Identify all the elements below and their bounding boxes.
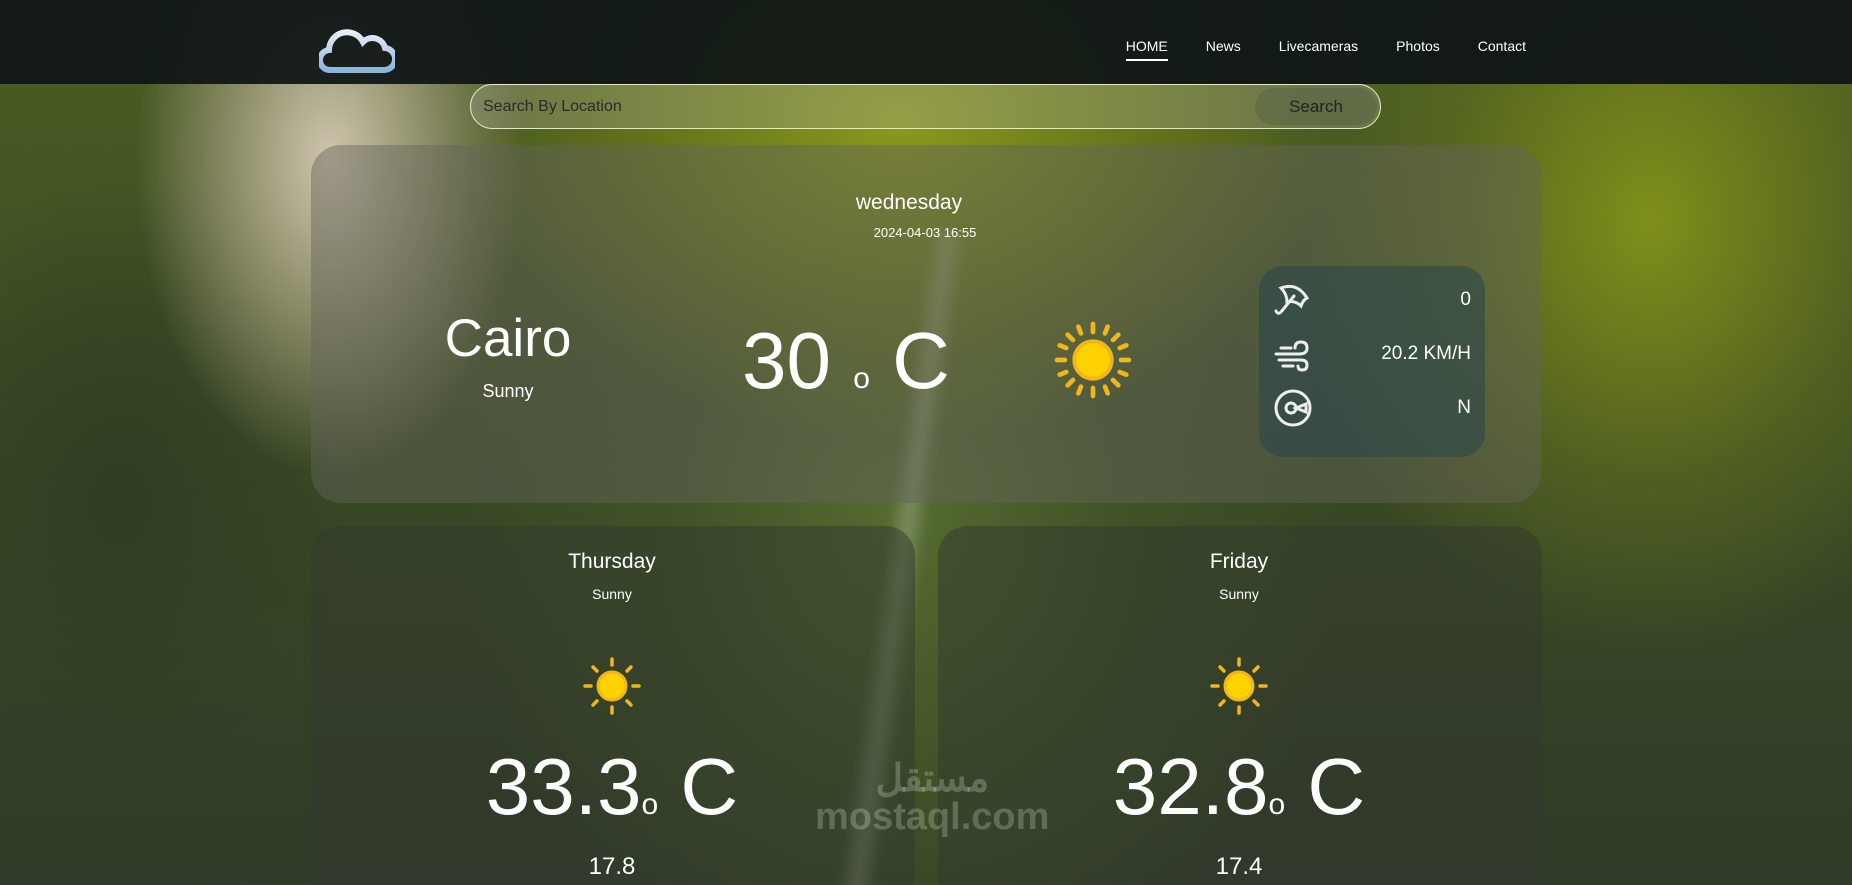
watermark-latin: mostaql.com bbox=[815, 796, 1050, 838]
wind-row: 20.2 KM/H bbox=[1273, 334, 1471, 374]
temp-unit: C bbox=[1307, 742, 1366, 831]
sun-icon bbox=[582, 656, 642, 721]
umbrella-icon bbox=[1274, 284, 1310, 315]
city-name: Cairo bbox=[444, 309, 572, 368]
sun-icon bbox=[1053, 320, 1133, 405]
today-card: wednesday 2024-04-03 16:55 Cairo Sunny 3… bbox=[311, 145, 1541, 503]
wind-speed-value: 20.2 KM/H bbox=[1381, 343, 1471, 364]
search-bar: Search bbox=[470, 84, 1381, 129]
degree-symbol: o bbox=[853, 362, 870, 395]
search-button[interactable]: Search bbox=[1255, 88, 1377, 125]
forecast-min-temp: 17.4 bbox=[1215, 853, 1263, 880]
today-day: wednesday bbox=[855, 191, 963, 214]
wind-direction-value: N bbox=[1457, 397, 1471, 418]
forecast-day: Thursday bbox=[568, 550, 656, 573]
nav-contact[interactable]: Contact bbox=[1478, 38, 1526, 61]
weather-details: 0 20.2 KM/H N bbox=[1259, 266, 1485, 457]
nav-news[interactable]: News bbox=[1206, 38, 1241, 61]
search-input[interactable] bbox=[483, 85, 1243, 128]
today-condition: Sunny bbox=[482, 381, 534, 401]
wind-icon bbox=[1274, 340, 1309, 372]
temp-value: 33.3 bbox=[485, 742, 642, 831]
temp-value: 32.8 bbox=[1112, 742, 1269, 831]
nav-home[interactable]: HOME bbox=[1125, 38, 1168, 61]
watermark: مستقل mostaql.com bbox=[815, 760, 1049, 836]
compass-icon bbox=[1274, 389, 1312, 427]
temp-value: 30 bbox=[742, 316, 832, 405]
forecast-max-temp: 33.3o C bbox=[486, 741, 738, 833]
nav-photos[interactable]: Photos bbox=[1396, 38, 1440, 61]
forecast-day: Friday bbox=[1209, 550, 1269, 573]
temp-unit: C bbox=[892, 316, 950, 405]
today-temperature: 30 o C bbox=[742, 315, 950, 407]
degree-symbol: o bbox=[1268, 788, 1286, 821]
nav-livecameras[interactable]: Livecameras bbox=[1279, 38, 1358, 61]
forecast-condition: Sunny bbox=[592, 586, 632, 602]
cloud-logo-icon[interactable] bbox=[317, 28, 399, 79]
forecast-min-temp: 17.8 bbox=[588, 853, 636, 880]
rain-value: 0 bbox=[1460, 289, 1471, 310]
sun-icon bbox=[1209, 656, 1269, 721]
navbar: HOME News Livecameras Photos Contact bbox=[0, 0, 1852, 84]
degree-symbol: o bbox=[641, 788, 659, 821]
today-datetime: 2024-04-03 16:55 bbox=[873, 225, 977, 240]
forecast-condition: Sunny bbox=[1219, 586, 1259, 602]
forecast-max-temp: 32.8o C bbox=[1113, 741, 1365, 833]
rain-row: 0 bbox=[1273, 280, 1471, 320]
watermark-arabic: مستقل bbox=[875, 758, 990, 800]
temp-unit: C bbox=[680, 742, 739, 831]
wind-direction-row: N bbox=[1273, 388, 1471, 428]
